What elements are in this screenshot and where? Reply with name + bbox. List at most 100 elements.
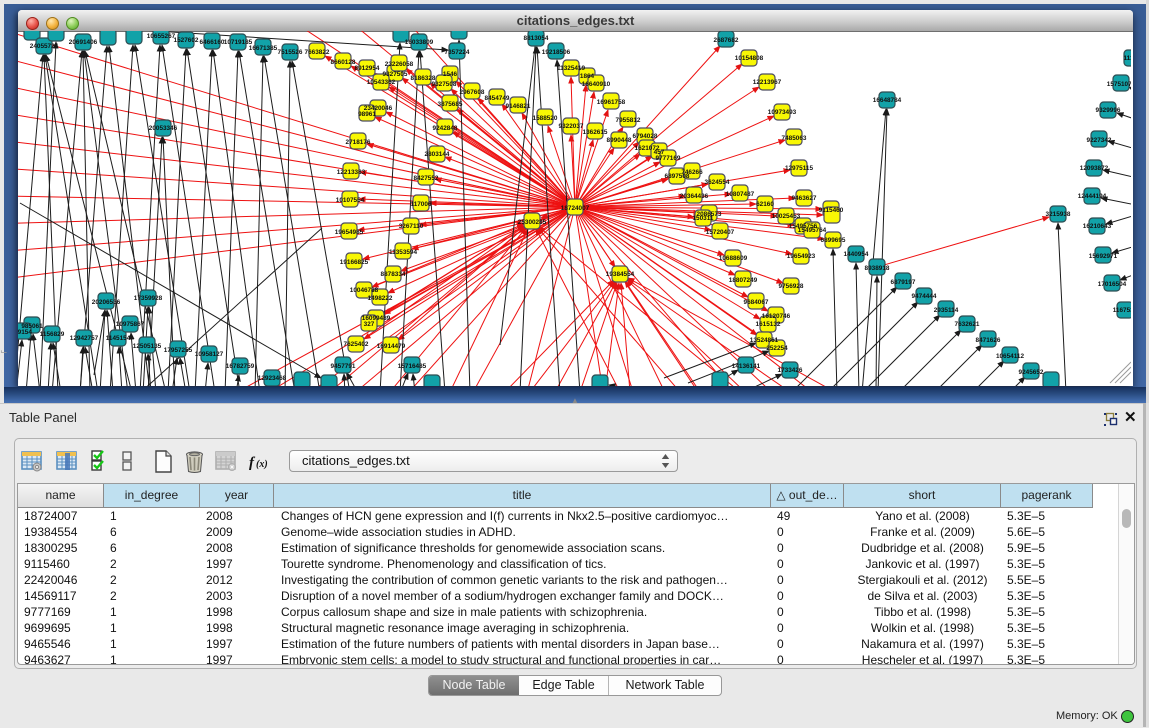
- svg-text:98961: 98961: [358, 111, 376, 118]
- svg-text:1588520: 1588520: [533, 115, 558, 122]
- svg-text:1440954: 1440954: [844, 251, 869, 258]
- svg-text:10543362: 10543362: [367, 79, 396, 86]
- svg-text:16210643: 16210643: [1083, 223, 1112, 230]
- svg-text:15751074: 15751074: [1107, 81, 1131, 88]
- svg-text:12505135: 12505135: [133, 343, 162, 350]
- svg-text:20206536: 20206536: [92, 299, 121, 306]
- svg-text:8938918: 8938918: [865, 265, 890, 272]
- svg-text:3267110: 3267110: [399, 223, 424, 230]
- svg-text:62160: 62160: [756, 201, 774, 208]
- svg-text:9777169: 9777169: [656, 155, 681, 162]
- svg-text:1546: 1546: [443, 71, 458, 78]
- svg-text:6794028: 6794028: [633, 133, 658, 140]
- svg-text:10654112: 10654112: [996, 353, 1025, 360]
- svg-text:9463627: 9463627: [792, 195, 817, 202]
- svg-text:(x): (x): [256, 459, 268, 470]
- svg-text:9115460: 9115460: [819, 207, 844, 214]
- svg-text:23226058: 23226058: [385, 61, 414, 68]
- svg-text:9756928: 9756928: [779, 283, 804, 290]
- svg-text:1145154: 1145154: [106, 335, 131, 342]
- svg-text:2967608: 2967608: [460, 89, 485, 96]
- svg-text:10975867: 10975867: [116, 321, 145, 328]
- svg-text:7663822: 7663822: [305, 49, 330, 56]
- svg-text:20691406: 20691406: [69, 39, 98, 46]
- svg-text:16782759: 16782759: [226, 363, 255, 370]
- svg-text:9146821: 9146821: [506, 103, 531, 110]
- svg-text:17016504: 17016504: [1098, 281, 1127, 288]
- svg-text:9329996: 9329996: [1096, 107, 1121, 114]
- svg-text:1527602: 1527602: [174, 37, 199, 44]
- svg-text:9227342: 9227342: [1087, 137, 1112, 144]
- svg-text:19384554: 19384554: [606, 271, 635, 278]
- svg-text:9327505: 9327505: [383, 71, 408, 78]
- svg-text:3215938: 3215938: [1046, 211, 1071, 218]
- svg-text:10046788: 10046788: [350, 287, 379, 294]
- svg-text:1733426: 1733426: [778, 367, 803, 374]
- svg-text:10807487: 10807487: [726, 191, 755, 198]
- svg-text:7955812: 7955812: [616, 117, 641, 124]
- svg-text:327: 327: [364, 321, 375, 328]
- svg-text:19166825: 19166825: [340, 259, 369, 266]
- svg-text:20053346: 20053346: [149, 125, 178, 132]
- svg-text:9245652: 9245652: [1019, 369, 1044, 376]
- svg-text:17957255: 17957255: [164, 347, 193, 354]
- svg-text:117006: 117006: [411, 201, 432, 208]
- svg-text:11125: 11125: [1123, 55, 1131, 62]
- svg-text:1167533: 1167533: [1113, 307, 1131, 314]
- svg-text:2718176: 2718176: [346, 139, 371, 146]
- svg-text:9242848: 9242848: [433, 125, 458, 132]
- svg-text:11353594: 11353594: [389, 249, 418, 256]
- svg-text:9684067: 9684067: [744, 299, 769, 306]
- svg-text:12093872: 12093872: [1080, 165, 1109, 172]
- svg-text:150311: 150311: [693, 215, 714, 222]
- svg-text:1498222: 1498222: [368, 295, 393, 302]
- svg-text:252254: 252254: [766, 345, 788, 352]
- svg-text:2935114: 2935114: [934, 307, 959, 314]
- svg-text:19654985: 19654985: [335, 229, 364, 236]
- svg-text:7625402: 7625402: [344, 341, 369, 348]
- svg-text:2687682: 2687682: [714, 37, 739, 44]
- svg-text:15495764: 15495764: [798, 227, 827, 234]
- svg-text:24055724: 24055724: [30, 43, 59, 50]
- svg-text:9474444: 9474444: [912, 293, 937, 300]
- svg-text:10655267: 10655267: [147, 33, 176, 40]
- svg-text:20364436: 20364436: [680, 193, 709, 200]
- svg-text:8427552: 8427552: [414, 175, 439, 182]
- svg-text:19218506: 19218506: [542, 49, 571, 56]
- svg-text:f: f: [249, 455, 256, 471]
- svg-text:3875685: 3875685: [438, 101, 463, 108]
- svg-text:12213967: 12213967: [753, 79, 782, 86]
- svg-text:10973493: 10973493: [768, 109, 797, 116]
- svg-text:16640910: 16640910: [582, 81, 611, 88]
- svg-text:16120746: 16120746: [762, 313, 791, 320]
- svg-text:17359928: 17359928: [134, 295, 163, 302]
- svg-text:10025453: 10025453: [772, 213, 801, 220]
- svg-text:746266: 746266: [681, 169, 703, 176]
- svg-text:9322037: 9322037: [559, 123, 584, 130]
- svg-text:1156829: 1156829: [40, 331, 65, 338]
- svg-text:1362615: 1362615: [583, 129, 608, 136]
- svg-text:13524861: 13524861: [750, 337, 779, 344]
- svg-text:3624554: 3624554: [705, 179, 730, 186]
- svg-text:8990448: 8990448: [607, 137, 632, 144]
- svg-text:6466160: 6466160: [200, 39, 225, 46]
- svg-text:8471626: 8471626: [976, 337, 1001, 344]
- svg-text:6879197: 6879197: [891, 279, 916, 286]
- svg-text:6899695: 6899695: [821, 237, 846, 244]
- svg-text:9457791: 9457791: [331, 363, 356, 370]
- svg-text:11325419: 11325419: [557, 65, 586, 72]
- svg-text:8912954: 8912954: [355, 65, 380, 72]
- svg-text:1864: 1864: [580, 73, 595, 80]
- svg-text:19654923: 19654923: [787, 253, 816, 260]
- svg-text:7357224: 7357224: [445, 49, 470, 56]
- svg-text:15716485: 15716485: [398, 363, 427, 370]
- svg-text:10154808: 10154808: [735, 55, 764, 62]
- svg-text:16648784: 16648784: [873, 97, 902, 104]
- svg-text:12942757: 12942757: [70, 335, 99, 342]
- svg-text:12923468: 12923468: [258, 375, 287, 382]
- svg-text:14136141: 14136141: [732, 363, 761, 370]
- svg-text:16671385: 16671385: [249, 45, 278, 52]
- svg-text:1615132: 1615132: [756, 321, 781, 328]
- svg-text:16914479: 16914479: [377, 343, 406, 350]
- svg-text:10958127: 10958127: [195, 351, 224, 358]
